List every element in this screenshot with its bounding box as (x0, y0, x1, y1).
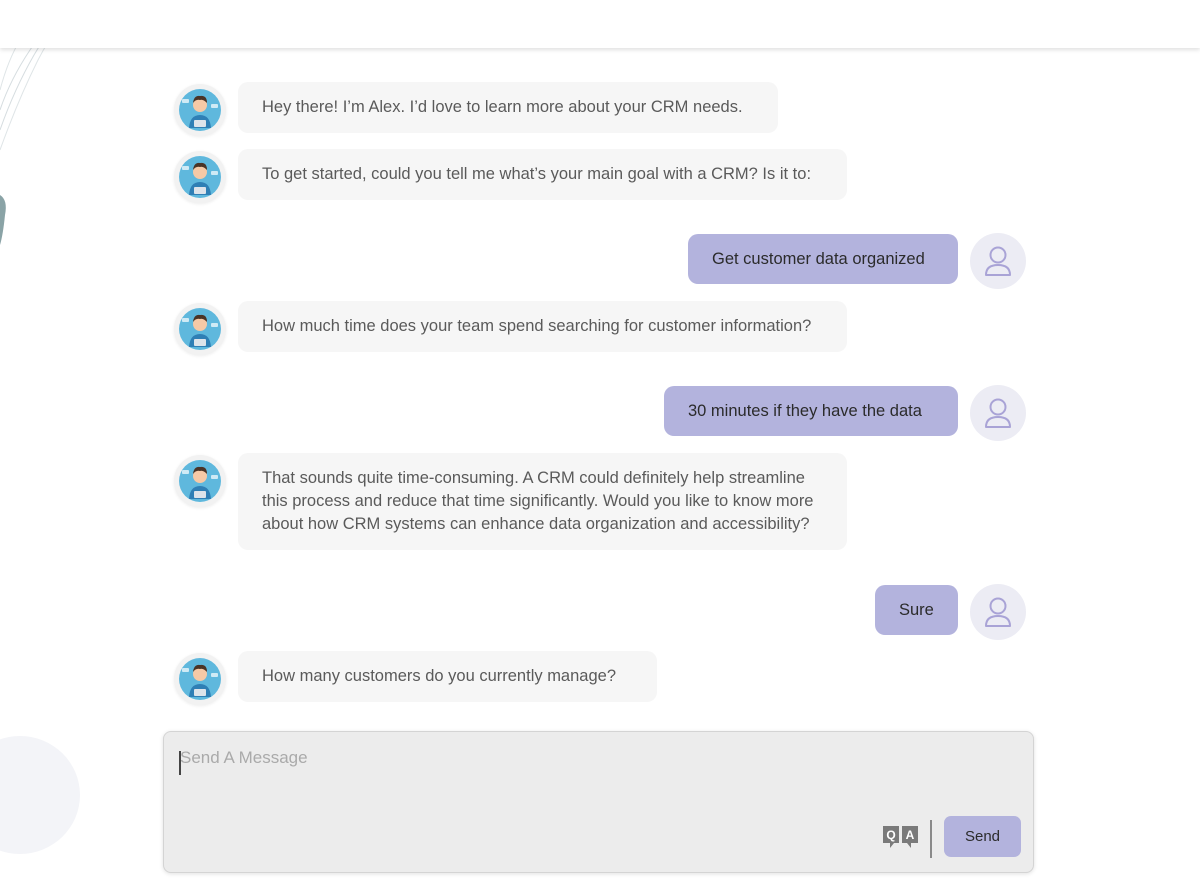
message-text: How much time does your team spend searc… (262, 317, 812, 335)
message-composer: Q A Send (163, 731, 1034, 873)
user-message: Get customer data organized (688, 234, 958, 284)
send-button[interactable]: Send (944, 816, 1021, 857)
user-icon (970, 233, 1026, 289)
message-text: How many customers do you currently mana… (262, 667, 616, 685)
bot-avatar-icon (174, 455, 226, 507)
bot-message: How many customers do you currently mana… (238, 651, 657, 702)
bot-message: Hey there! I’m Alex. I’d love to learn m… (238, 82, 778, 133)
user-icon (970, 584, 1026, 640)
bot-message: That sounds quite time-consuming. A CRM … (238, 453, 847, 550)
message-text: To get started, could you tell me what’s… (262, 165, 812, 183)
text-caret (179, 751, 181, 775)
bot-message: To get started, could you tell me what’s… (238, 149, 847, 200)
svg-text:A: A (906, 828, 915, 842)
qa-icon[interactable]: Q A (882, 824, 920, 854)
top-bar (0, 0, 1200, 48)
svg-text:Q: Q (886, 828, 895, 842)
bot-avatar-icon (174, 303, 226, 355)
message-text: 30 minutes if they have the data (688, 402, 922, 420)
message-text: Get customer data organized (712, 250, 925, 268)
message-text: Hey there! I’m Alex. I’d love to learn m… (262, 98, 743, 116)
composer-divider (930, 820, 932, 858)
decorative-circle (0, 736, 80, 854)
chat-page: Hey there! I’m Alex. I’d love to learn m… (0, 0, 1200, 888)
message-input[interactable] (178, 746, 1020, 808)
user-message: Sure (875, 585, 958, 635)
user-message: 30 minutes if they have the data (664, 386, 958, 436)
message-text: Sure (899, 601, 934, 619)
message-text: That sounds quite time-consuming. A CRM … (262, 469, 814, 533)
user-icon (970, 385, 1026, 441)
bot-avatar-icon (174, 151, 226, 203)
bot-avatar-icon (174, 84, 226, 136)
bot-avatar-icon (174, 653, 226, 705)
bot-message: How much time does your team spend searc… (238, 301, 847, 352)
chat-thread: Hey there! I’m Alex. I’d love to learn m… (0, 0, 1200, 720)
